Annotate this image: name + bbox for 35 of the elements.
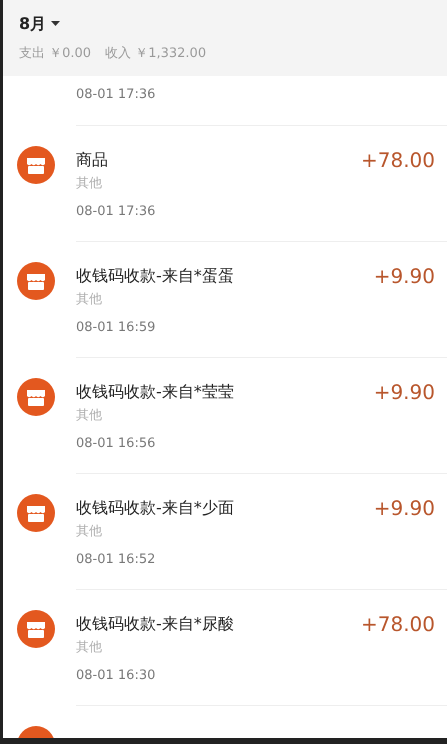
record-amount: +9.90 — [374, 380, 435, 404]
shop-icon — [17, 146, 55, 184]
record-amount: +9.90 — [374, 496, 435, 520]
record-category: 其他 — [76, 407, 103, 425]
record-category: 其他 — [76, 523, 103, 541]
shop-icon — [17, 494, 55, 532]
record-title: 收钱码收款-来自*少面 — [76, 497, 235, 519]
record-category: 其他 — [76, 175, 103, 193]
caret-icon — [51, 21, 60, 27]
record-item[interactable]: 商品 其他 08-01 17:36 +78.00 — [17, 126, 447, 242]
record-time: 08-01 17:36 — [76, 203, 156, 221]
record-title: 商品 — [76, 149, 109, 171]
expense-total: 支出 ￥0.00 — [19, 45, 92, 62]
record-title: 收钱码收款-来自*尿酸 — [76, 613, 235, 635]
record-amount: +78.00 — [360, 612, 435, 636]
shop-icon — [17, 610, 55, 648]
record-title: 收钱码收款-来自*蛋蛋 — [76, 265, 235, 287]
record-category: 其他 — [76, 291, 103, 309]
record-time: 08-01 16:56 — [76, 435, 156, 453]
income-total: 收入 ￥1,332.00 — [105, 45, 206, 62]
record-item[interactable]: 收钱码收款-来自*尿酸 其他 08-01 16:30 +78.00 — [17, 590, 447, 706]
record-time: 08-01 16:30 — [76, 667, 156, 685]
record-time: 08-01 16:52 — [76, 551, 156, 569]
record-amount: +78.00 — [360, 148, 435, 172]
record-title: 收钱码收款-来自*莹莹 — [76, 381, 235, 403]
record-amount: +9.90 — [374, 264, 435, 288]
record-item[interactable]: 收钱码收款-来自*莹莹 其他 08-01 16:56 +9.90 — [17, 358, 447, 474]
record-item[interactable]: 收钱码收款-来自*少面 其他 08-01 16:52 +9.90 — [17, 474, 447, 590]
record-time: 08-01 16:59 — [76, 319, 156, 337]
shop-icon — [17, 262, 55, 300]
shop-icon — [17, 378, 55, 416]
record-category: 其他 — [76, 639, 103, 657]
record-item[interactable]: 收钱码收款-来自*蛋蛋 其他 08-01 16:59 +9.90 — [17, 242, 447, 358]
record-time: 08-01 17:36 — [76, 86, 156, 104]
month-dropdown[interactable]: 8月 — [19, 12, 60, 36]
